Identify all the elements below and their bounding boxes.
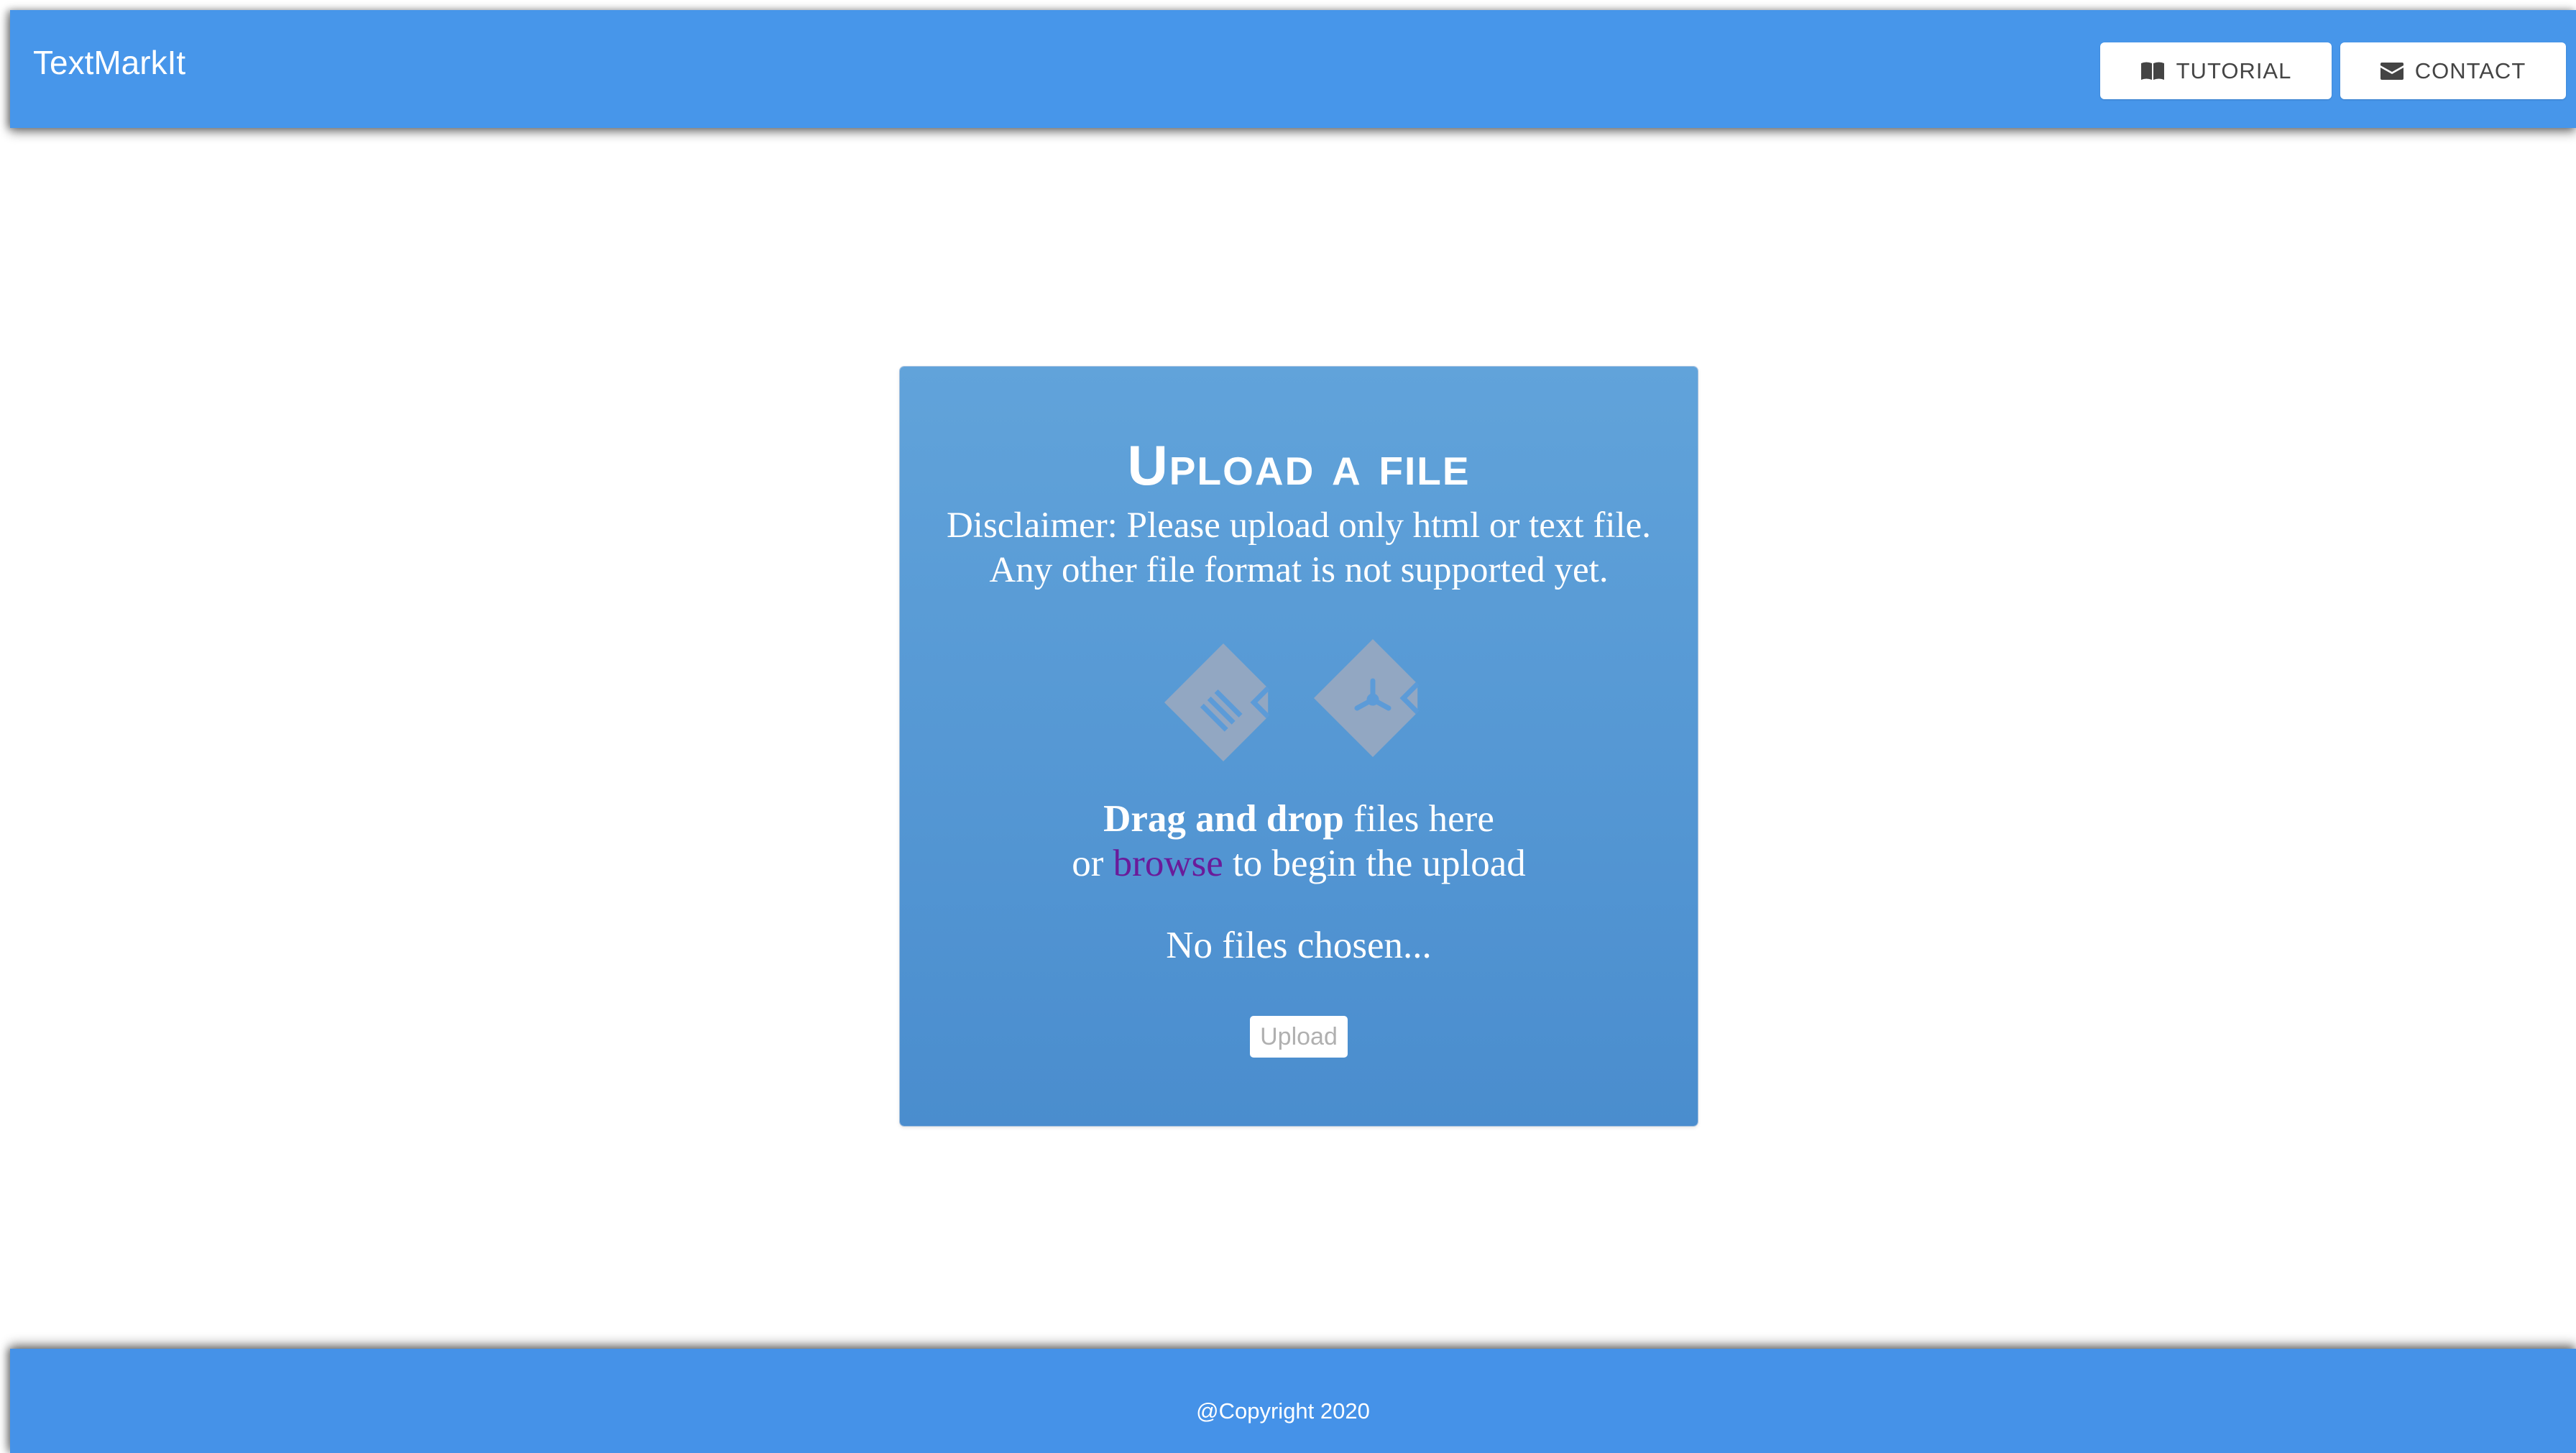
top-navbar: TextMarkIt TUTORIAL CONTACT (10, 10, 2576, 128)
upload-button[interactable]: Upload (1250, 1016, 1348, 1058)
copyright-text: @Copyright 2020 (1196, 1398, 1370, 1424)
envelope-icon (2380, 62, 2404, 80)
contact-button[interactable]: CONTACT (2340, 42, 2566, 99)
pdf-file-icon (1313, 638, 1420, 758)
book-icon (2140, 61, 2165, 81)
disclaimer-text: Disclaimer: Please upload only html or t… (900, 503, 1698, 592)
upload-dropzone[interactable]: Upload a file Disclaimer: Please upload … (900, 367, 1698, 1126)
or-text: or (1072, 843, 1113, 884)
upload-title: Upload a file (1127, 434, 1471, 497)
document-file-icon (1164, 643, 1270, 762)
drag-drop-instructions: Drag and drop files here or browse to be… (900, 797, 1698, 886)
tutorial-button-label: TUTORIAL (2176, 58, 2292, 83)
drag-drop-line-1: Drag and drop files here (900, 797, 1698, 841)
disclaimer-line-1: Disclaimer: Please upload only html or t… (946, 505, 1652, 546)
contact-button-label: CONTACT (2414, 58, 2526, 83)
drag-drop-line-2: or browse to begin the upload (900, 841, 1698, 886)
browse-link[interactable]: browse (1113, 843, 1223, 884)
drag-drop-bold: Drag and drop (1103, 798, 1344, 840)
tutorial-button[interactable]: TUTORIAL (2100, 42, 2332, 99)
disclaimer-line-2: Any other file format is not supported y… (989, 550, 1609, 590)
file-type-icons (900, 628, 1698, 776)
brand-logo[interactable]: TextMarkIt (33, 46, 185, 79)
page: TextMarkIt TUTORIAL CONTACT Upload a fil… (0, 0, 2576, 1453)
after-browse-text: to begin the upload (1223, 843, 1526, 884)
file-status: No files chosen... (1166, 925, 1432, 966)
drag-drop-rest: files here (1343, 798, 1494, 840)
footer: @Copyright 2020 (10, 1349, 2576, 1453)
